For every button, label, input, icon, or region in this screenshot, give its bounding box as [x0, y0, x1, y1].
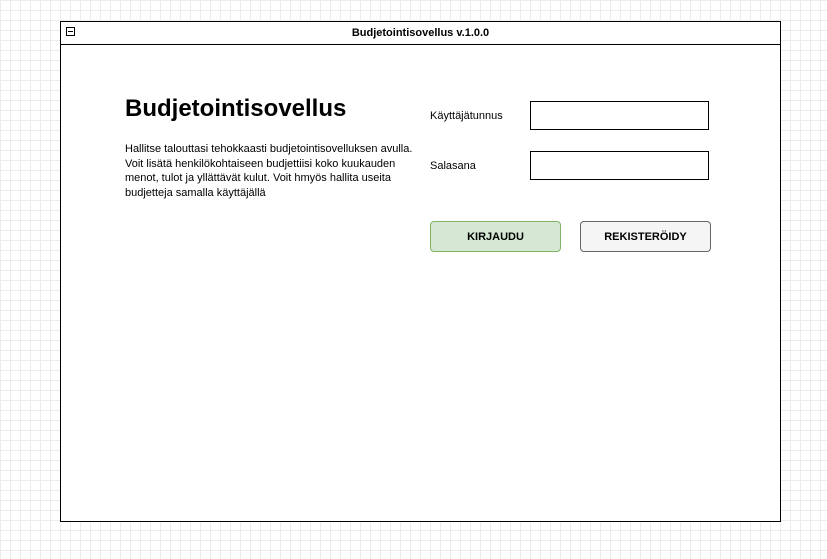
username-input[interactable] [530, 101, 709, 130]
username-label: Käyttäjätunnus [430, 110, 503, 122]
app-description: Hallitse talouttasi tehokkaasti budjetoi… [125, 143, 413, 199]
window-titlebar: Budjetointisovellus v.1.0.0 [61, 22, 780, 45]
password-label: Salasana [430, 160, 476, 172]
app-heading: Budjetointisovellus [125, 95, 347, 122]
register-button[interactable]: REKISTERÖIDY [580, 221, 711, 252]
login-button[interactable]: KIRJAUDU [430, 221, 561, 252]
window-title: Budjetointisovellus v.1.0.0 [351, 27, 490, 39]
app-window: Budjetointisovellus v.1.0.0 Budjetointis… [60, 21, 781, 522]
password-input[interactable] [530, 151, 709, 180]
